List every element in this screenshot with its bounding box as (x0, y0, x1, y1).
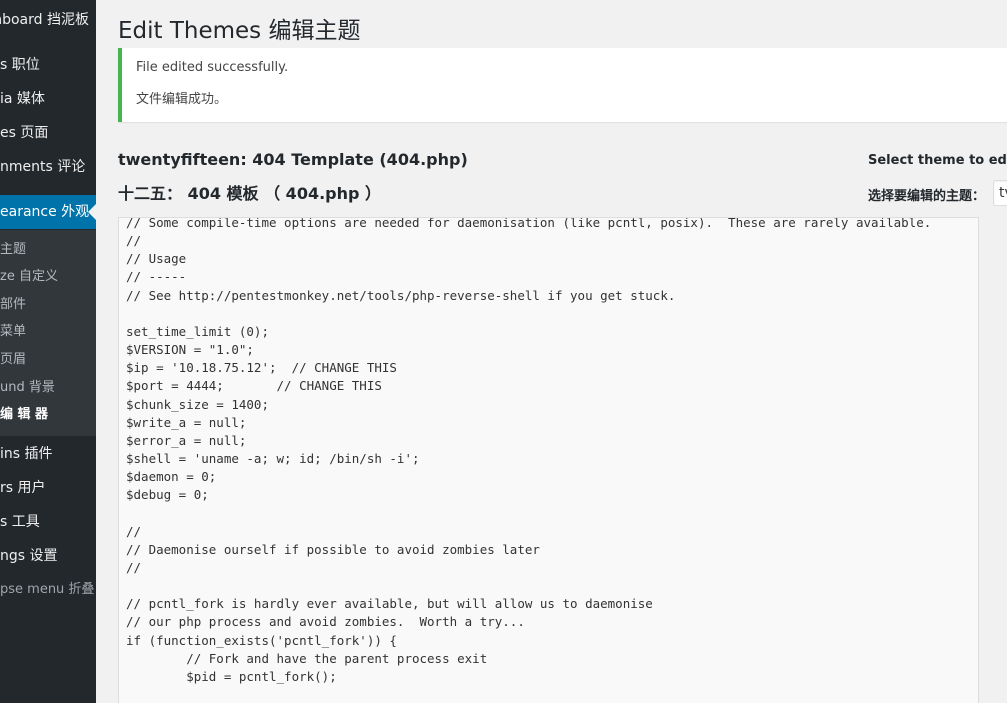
menu-comments-label: nments 评论 (0, 159, 86, 175)
theme-code-editor[interactable]: // Some compile-time options are needed … (118, 217, 979, 703)
appearance-submenu: 主题 ze 自定义 部件 菜单 页眉 und 背景 编 辑 器 (0, 230, 96, 436)
code-content[interactable]: // Some compile-time options are needed … (126, 218, 931, 686)
menu-users[interactable]: rs 用户 (0, 471, 96, 505)
submenu-editor[interactable]: 编 辑 器 (0, 401, 96, 428)
submenu-background[interactable]: und 背景 (0, 374, 96, 401)
submenu-menus[interactable]: 菜单 (0, 318, 96, 345)
menu-plugins[interactable]: ins 插件 (0, 437, 96, 471)
submenu-background-label: und 背景 (0, 380, 55, 395)
theme-select-dropdown[interactable]: tv (993, 180, 1007, 206)
submenu-customize-label: ze 自定义 (0, 269, 58, 284)
theme-select-label: Select theme to edit: (868, 153, 1007, 168)
submenu-widgets[interactable]: 部件 (0, 291, 96, 318)
submenu-header-label: 页眉 (0, 352, 27, 367)
menu-comments[interactable]: nments 评论 (0, 150, 96, 184)
menu-pages[interactable]: es 页面 (0, 116, 96, 150)
file-title-cn: 十二五： 404 模板 （ 404.php ） (118, 184, 382, 203)
menu-pages-label: es 页面 (0, 125, 49, 141)
admin-sidebar: nboard 挡泥板 s 职位 ia 媒体 es 页面 nments 评论 ea… (0, 0, 96, 703)
menu-tools[interactable]: s 工具 (0, 505, 96, 539)
menu-media-label: ia 媒体 (0, 91, 45, 107)
menu-posts[interactable]: s 职位 (0, 48, 96, 82)
menu-appearance[interactable]: earance 外观 (0, 195, 96, 229)
menu-tools-label: s 工具 (0, 514, 40, 530)
submenu-themes-label: 主题 (0, 242, 27, 257)
file-title: twentyfifteen: 404 Template (404.php) (118, 150, 468, 169)
collapse-menu-button[interactable]: pse menu 折叠 (0, 573, 96, 607)
menu-settings[interactable]: ngs 设置 (0, 539, 96, 573)
menu-users-label: rs 用户 (0, 480, 46, 496)
current-menu-arrow (88, 203, 97, 221)
notice-message-cn: 文件编辑成功。 (136, 92, 228, 107)
collapse-menu-label: pse menu 折叠 (0, 582, 95, 597)
menu-posts-label: s 职位 (0, 57, 40, 73)
menu-appearance-label: earance 外观 (0, 204, 90, 220)
menu-settings-label: ngs 设置 (0, 548, 58, 564)
submenu-editor-label: 编 辑 器 (0, 407, 49, 422)
submenu-widgets-label: 部件 (0, 297, 27, 312)
notice-message: File edited successfully. (136, 60, 289, 75)
menu-dashboard[interactable]: nboard 挡泥板 (0, 3, 96, 37)
submenu-header[interactable]: 页眉 (0, 346, 96, 373)
menu-dashboard-label: nboard 挡泥板 (0, 12, 89, 28)
menu-plugins-label: ins 插件 (0, 446, 53, 462)
success-notice: File edited successfully. 文件编辑成功。 (118, 48, 1007, 122)
menu-media[interactable]: ia 媒体 (0, 82, 96, 116)
page-title: Edit Themes 编辑主题 (118, 18, 361, 44)
submenu-themes[interactable]: 主题 (0, 236, 96, 263)
submenu-customize[interactable]: ze 自定义 (0, 263, 96, 290)
submenu-menus-label: 菜单 (0, 324, 27, 339)
theme-select-label-cn: 选择要编辑的主题： (868, 189, 986, 204)
